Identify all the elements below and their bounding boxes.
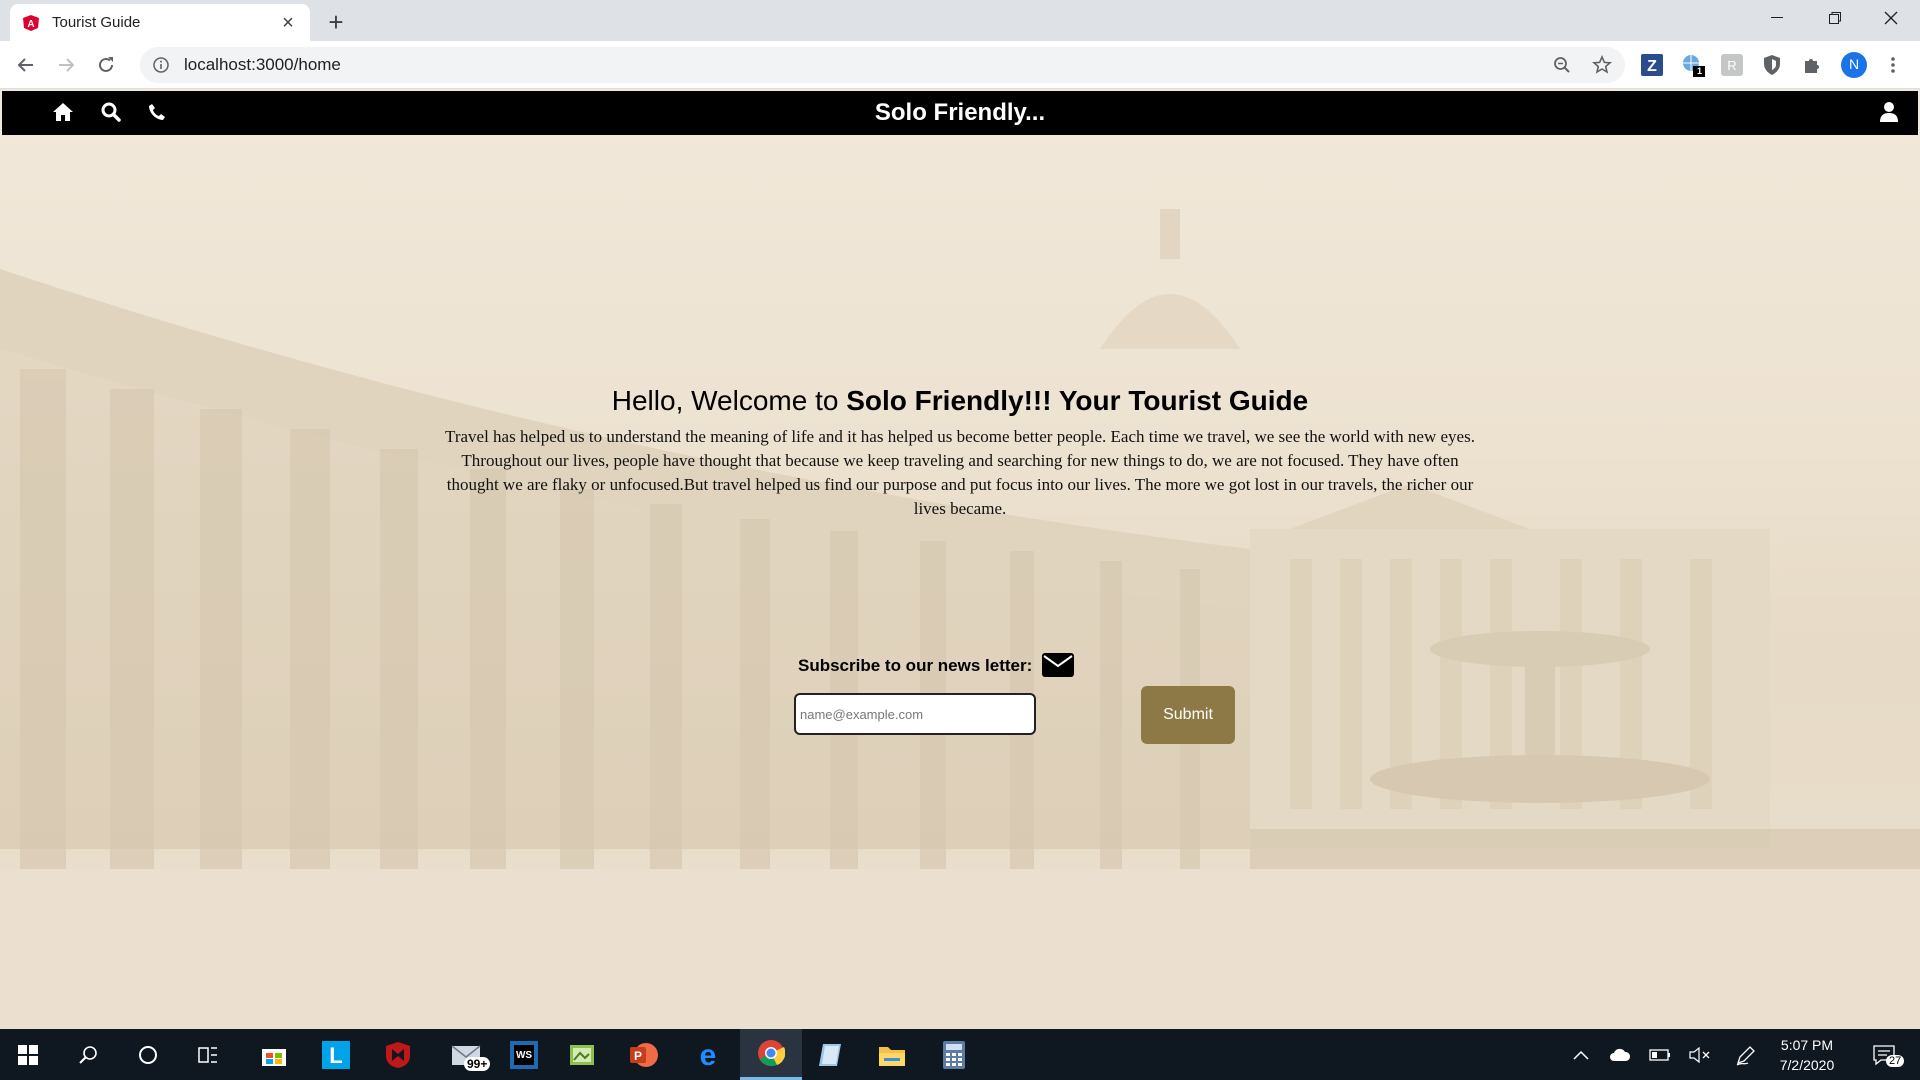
background-photo — [0, 89, 1920, 1029]
brand-link[interactable]: Solo Friendly... — [875, 99, 1045, 126]
star-icon[interactable] — [1587, 50, 1617, 80]
taskbar-clock[interactable]: 5:07 PM 7/2/2020 — [1764, 1035, 1850, 1075]
svg-text:P: P — [634, 1049, 642, 1063]
minimize-button[interactable] — [1748, 0, 1806, 36]
forward-button[interactable] — [52, 51, 80, 79]
hero-title-bold: Solo Friendly!!! Your Tourist Guide — [846, 385, 1309, 416]
chevron-up-icon[interactable] — [1566, 1029, 1596, 1080]
globe-extension-icon[interactable]: 1 — [1680, 52, 1706, 78]
svg-text:WS: WS — [516, 1050, 532, 1061]
site-navbar: Solo Friendly... — [2, 91, 1918, 135]
notification-count-badge: 27 — [1886, 1055, 1905, 1067]
chrome-icon[interactable] — [740, 1029, 802, 1080]
angular-icon: A — [22, 14, 40, 32]
reload-button[interactable] — [92, 51, 120, 79]
mcafee-icon[interactable] — [370, 1029, 426, 1080]
reload-icon — [99, 57, 113, 72]
search-icon[interactable] — [60, 1029, 116, 1080]
mail-icon[interactable]: 99+ — [438, 1029, 494, 1080]
powerpoint-icon[interactable]: P — [616, 1029, 672, 1080]
arrow-left-icon — [17, 58, 33, 72]
notes-app-icon[interactable] — [802, 1029, 858, 1080]
back-button[interactable] — [12, 51, 40, 79]
task-view-icon[interactable] — [180, 1029, 236, 1080]
close-icon[interactable]: × — [278, 13, 298, 33]
page-viewport: Solo Friendly... Hello, Welcome to Solo … — [0, 89, 1920, 1029]
translate-extension-icon[interactable]: R — [1719, 52, 1745, 78]
calculator-icon[interactable] — [926, 1029, 982, 1080]
windows-start-icon[interactable] — [0, 1029, 56, 1080]
zoom-icon[interactable] — [1547, 50, 1577, 80]
lync-icon[interactable]: L — [308, 1029, 364, 1080]
shield-icon[interactable] — [1759, 52, 1785, 78]
kebab-menu-icon[interactable] — [1880, 52, 1906, 78]
extension-badge: 1 — [1697, 66, 1703, 76]
hero-text: Travel has helped us to understand the m… — [445, 427, 1475, 518]
info-icon[interactable] — [152, 56, 170, 74]
cortana-icon[interactable] — [120, 1029, 176, 1080]
svg-text:e: e — [700, 1041, 717, 1069]
brand-title: Solo Friendly... — [2, 99, 1918, 127]
email-input[interactable] — [794, 693, 1036, 735]
home-icon[interactable] — [50, 99, 76, 125]
hero-section: Hello, Welcome to Solo Friendly!!! Your … — [440, 385, 1480, 521]
svg-text:A: A — [27, 19, 34, 30]
volume-muted-icon[interactable] — [1684, 1029, 1716, 1080]
clock-time: 5:07 PM — [1780, 1037, 1834, 1053]
edge-icon[interactable]: e — [680, 1029, 736, 1080]
user-icon[interactable] — [1876, 99, 1902, 125]
profile-initial: N — [1848, 56, 1860, 72]
hero-title: Hello, Welcome to Solo Friendly!!! Your … — [440, 385, 1480, 417]
windows-taskbar: L 99+ WS P e 5:07 PM 7/2/2020 27 — [0, 1029, 1920, 1080]
clock-date: 7/2/2020 — [1779, 1057, 1835, 1073]
submit-button[interactable]: Submit — [1141, 686, 1235, 744]
new-tab-button[interactable]: + — [322, 8, 350, 36]
svg-text:Z: Z — [1647, 58, 1657, 75]
search-icon[interactable] — [98, 99, 124, 125]
store-icon[interactable] — [246, 1029, 302, 1080]
puzzle-extensions-icon[interactable] — [1799, 52, 1825, 78]
address-bar[interactable]: localhost:3000/home — [140, 47, 1625, 83]
profile-avatar[interactable]: N — [1840, 51, 1868, 79]
tab-title: Tourist Guide — [52, 14, 141, 31]
close-window-button[interactable] — [1862, 0, 1920, 36]
image-editor-icon[interactable] — [554, 1029, 610, 1080]
svg-text:R: R — [1727, 58, 1736, 73]
onedrive-icon[interactable] — [1604, 1029, 1636, 1080]
zotero-extension-icon[interactable]: Z — [1639, 52, 1665, 78]
battery-icon[interactable] — [1644, 1029, 1676, 1080]
subscribe-label: Subscribe to our news letter: — [798, 656, 1033, 675]
hero-title-prefix: Hello, Welcome to — [611, 385, 847, 416]
svg-text:L: L — [329, 1043, 342, 1068]
arrow-right-icon — [59, 58, 75, 72]
file-explorer-icon[interactable] — [864, 1029, 920, 1080]
browser-toolbar: localhost:3000/home Z 1 R N — [0, 41, 1920, 89]
browser-tab[interactable]: A Tourist Guide × — [10, 4, 310, 41]
phone-icon[interactable] — [144, 99, 170, 125]
pen-ink-icon[interactable] — [1730, 1029, 1762, 1080]
url-text: localhost:3000/home — [184, 55, 341, 74]
browser-tab-strip: A Tourist Guide × + — [0, 0, 1920, 41]
mail-badge: 99+ — [464, 1057, 491, 1071]
restore-button[interactable] — [1806, 0, 1864, 36]
webstorm-icon[interactable]: WS — [496, 1029, 552, 1080]
notification-center-icon[interactable]: 27 — [1862, 1029, 1906, 1080]
envelope-icon — [1042, 653, 1074, 677]
